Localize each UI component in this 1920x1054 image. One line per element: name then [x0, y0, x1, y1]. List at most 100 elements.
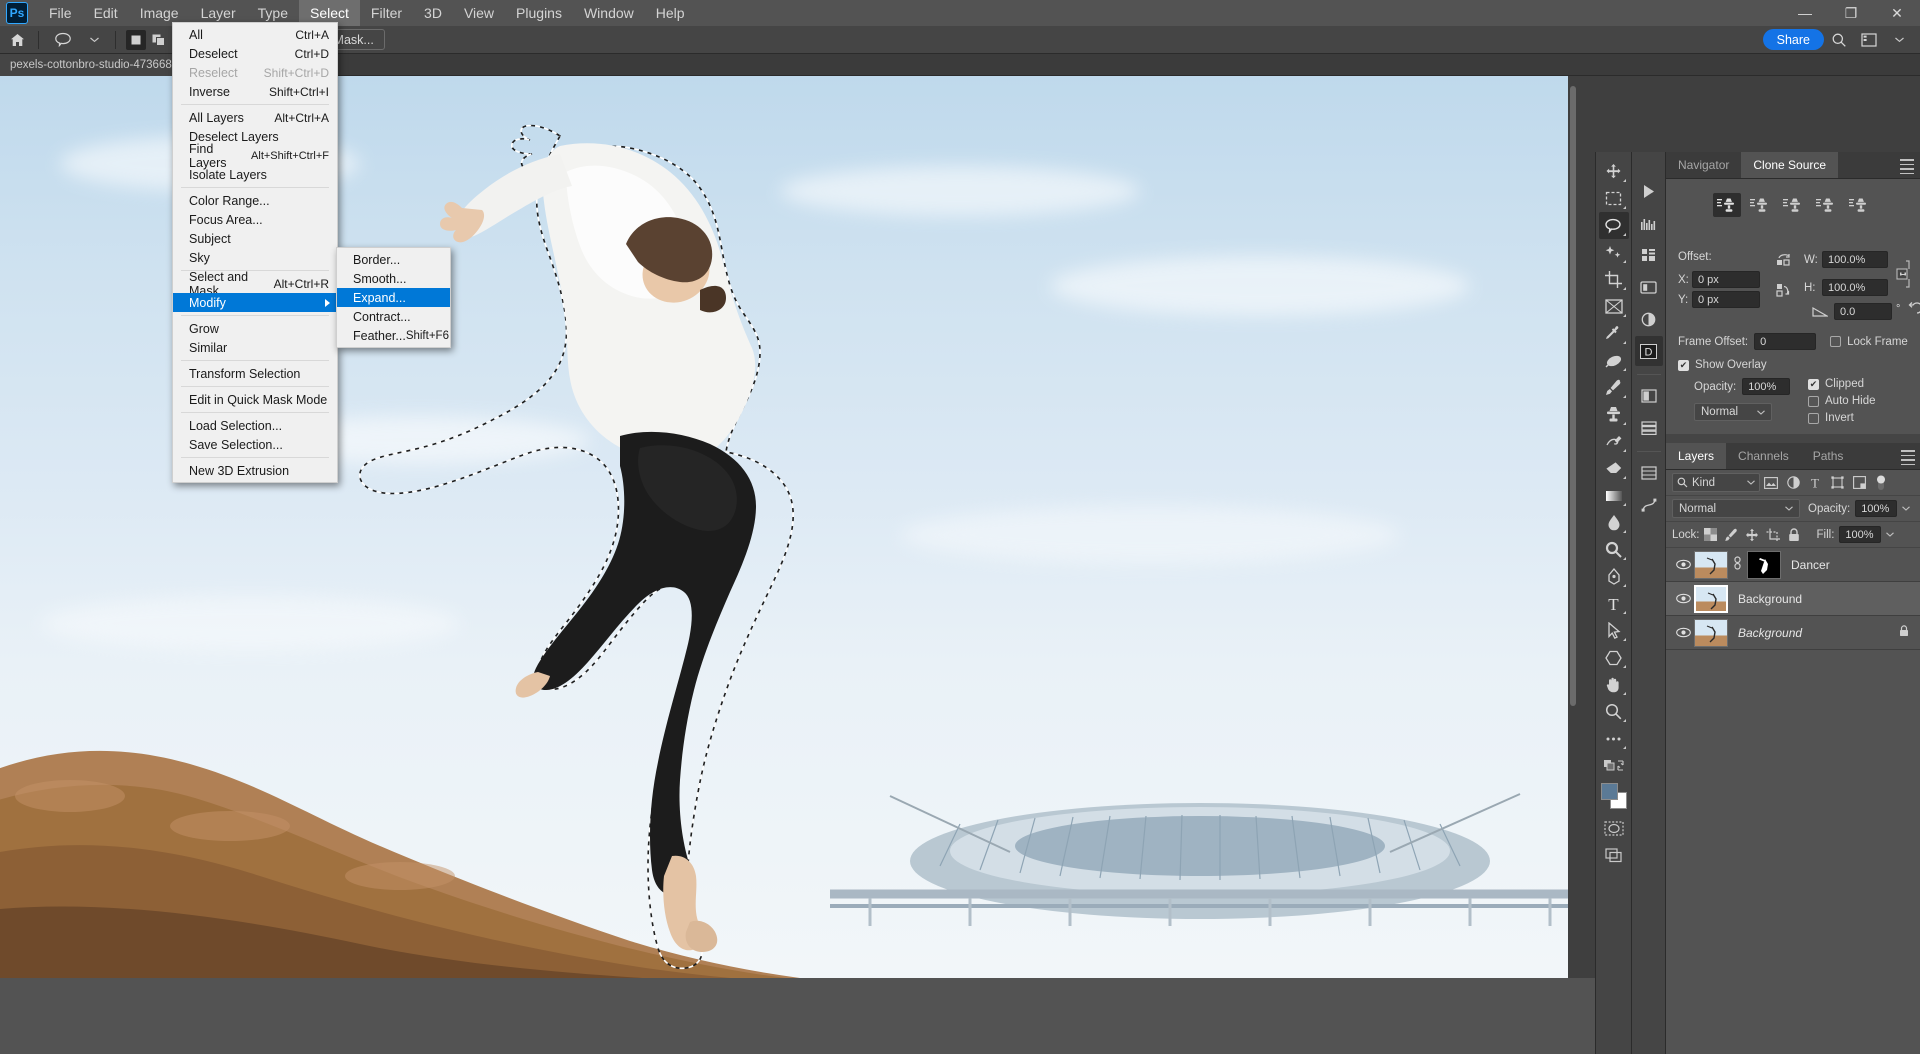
reset-transform-icon[interactable] — [1906, 301, 1920, 318]
menu-item-inverse[interactable]: Inverse Shift+Ctrl+I — [173, 82, 337, 101]
submenu-item-expand[interactable]: Expand... — [337, 288, 450, 307]
clone-source-2-button[interactable] — [1746, 193, 1774, 217]
canvas-vertical-scrollbar[interactable] — [1568, 76, 1578, 978]
lock-all-icon[interactable] — [1784, 525, 1805, 545]
menu-item-transform-selection[interactable]: Transform Selection — [173, 364, 337, 383]
screen-mode-icon[interactable] — [1599, 842, 1629, 869]
layer-name[interactable]: Background — [1738, 592, 1802, 606]
menu-file[interactable]: File — [38, 0, 83, 26]
layers-dock-icon[interactable] — [1635, 413, 1663, 443]
clone-source-3-button[interactable] — [1779, 193, 1807, 217]
layer-visibility-toggle[interactable] — [1672, 559, 1694, 570]
show-overlay-checkbox[interactable] — [1678, 359, 1689, 371]
lock-artboard-icon[interactable] — [1763, 525, 1784, 545]
filter-adjustment-icon[interactable] — [1782, 473, 1804, 493]
filter-type-icon[interactable]: T — [1804, 473, 1826, 493]
layer-name[interactable]: Background — [1738, 626, 1802, 640]
minimize-icon[interactable]: — — [1782, 0, 1828, 26]
clipped-checkbox[interactable] — [1808, 378, 1819, 390]
filter-toggle-icon[interactable] — [1870, 473, 1892, 493]
layer-row-background-2[interactable]: Background — [1666, 616, 1920, 650]
lasso-tool-icon[interactable] — [1598, 212, 1629, 239]
menu-item-isolate-layers[interactable]: Isolate Layers — [173, 165, 337, 184]
pen-tool-icon[interactable] — [1599, 563, 1629, 590]
layer-visibility-toggle[interactable] — [1672, 593, 1694, 604]
menu-item-modify[interactable]: Modify — [173, 293, 337, 312]
eyedropper-tool-icon[interactable] — [1599, 320, 1629, 347]
chevron-down-icon[interactable] — [81, 29, 107, 51]
hand-tool-icon[interactable] — [1599, 671, 1629, 698]
filter-image-icon[interactable] — [1760, 473, 1782, 493]
menu-filter[interactable]: Filter — [360, 0, 413, 26]
modify-submenu[interactable]: Border... Smooth... Expand... Contract..… — [336, 247, 451, 348]
layer-thumbnail[interactable] — [1694, 550, 1728, 579]
home-icon[interactable] — [4, 29, 30, 51]
arrange-icon[interactable] — [1635, 240, 1663, 270]
submenu-item-border[interactable]: Border... — [337, 250, 450, 269]
gradient-tool-icon[interactable] — [1599, 482, 1629, 509]
layer-row-background-1[interactable]: Background — [1666, 582, 1920, 616]
layer-link-icon[interactable] — [1732, 556, 1743, 573]
properties-icon[interactable]: D — [1634, 336, 1663, 366]
menu-view[interactable]: View — [453, 0, 505, 26]
menu-window[interactable]: Window — [573, 0, 645, 26]
lasso-tool-icon[interactable] — [51, 29, 77, 51]
height-input[interactable]: 100.0% — [1822, 279, 1888, 296]
lock-transparent-pixels-icon[interactable] — [1700, 525, 1721, 545]
close-icon[interactable]: ✕ — [1874, 0, 1920, 26]
menu-item-save-selection[interactable]: Save Selection... — [173, 435, 337, 454]
offset-y-input[interactable]: 0 px — [1692, 291, 1760, 308]
edit-toolbar-icon[interactable] — [1599, 725, 1629, 752]
menu-item-select-and-mask[interactable]: Select and Mask... Alt+Ctrl+R — [173, 270, 337, 298]
paths-dock-icon[interactable] — [1635, 490, 1663, 520]
channels-dock-icon[interactable] — [1635, 458, 1663, 488]
filter-smart-object-icon[interactable] — [1848, 473, 1870, 493]
width-input[interactable]: 100.0% — [1822, 251, 1888, 268]
spot-healing-brush-tool-icon[interactable] — [1599, 347, 1629, 374]
menu-item-load-selection[interactable]: Load Selection... — [173, 416, 337, 435]
menu-item-edit-in-quick-mask-mode[interactable]: Edit in Quick Mask Mode — [173, 390, 337, 409]
layer-mask-thumbnail[interactable] — [1747, 550, 1781, 579]
menu-item-sky[interactable]: Sky — [173, 248, 337, 267]
tab-navigator[interactable]: Navigator — [1666, 152, 1742, 178]
history-brush-tool-icon[interactable] — [1599, 428, 1629, 455]
flip-horizontal-icon[interactable] — [1776, 253, 1792, 270]
tab-clone-source[interactable]: Clone Source — [1741, 152, 1839, 178]
new-selection-button[interactable] — [126, 29, 146, 50]
dodge-tool-icon[interactable] — [1599, 536, 1629, 563]
layer-filter-kind-select[interactable]: Kind — [1672, 473, 1760, 492]
path-selection-tool-icon[interactable] — [1599, 617, 1629, 644]
rectangular-marquee-tool-icon[interactable] — [1599, 185, 1629, 212]
submenu-item-feather[interactable]: Feather... Shift+F6 — [337, 326, 450, 345]
filter-shape-icon[interactable] — [1826, 473, 1848, 493]
panel-menu-icon[interactable] — [1900, 159, 1914, 177]
clone-source-1-button[interactable] — [1713, 193, 1741, 217]
layer-opacity-input[interactable]: 100% — [1855, 500, 1898, 517]
foreground-background-color-swatch[interactable] — [1600, 783, 1627, 809]
invert-checkbox[interactable] — [1808, 412, 1819, 424]
tab-channels[interactable]: Channels — [1726, 443, 1801, 469]
blur-tool-icon[interactable] — [1599, 509, 1629, 536]
menu-item-focus-area[interactable]: Focus Area... — [173, 210, 337, 229]
menu-help[interactable]: Help — [645, 0, 696, 26]
fill-input[interactable]: 100% — [1839, 526, 1882, 543]
eraser-tool-icon[interactable] — [1599, 455, 1629, 482]
chevron-down-icon[interactable] — [1884, 27, 1914, 53]
share-button[interactable]: Share — [1762, 29, 1824, 50]
menu-item-subject[interactable]: Subject — [173, 229, 337, 248]
clone-source-4-button[interactable] — [1812, 193, 1840, 217]
clone-source-5-button[interactable] — [1845, 193, 1873, 217]
tab-paths[interactable]: Paths — [1800, 443, 1856, 469]
layer-row-dancer[interactable]: Dancer — [1666, 548, 1920, 582]
submenu-item-contract[interactable]: Contract... — [337, 307, 450, 326]
shape-tool-icon[interactable] — [1599, 644, 1629, 671]
tab-layers[interactable]: Layers — [1666, 443, 1727, 469]
menu-item-color-range[interactable]: Color Range... — [173, 191, 337, 210]
play-timeline-icon[interactable] — [1635, 176, 1663, 206]
menu-item-grow[interactable]: Grow — [173, 319, 337, 338]
link-icon[interactable] — [1896, 259, 1910, 292]
layer-name[interactable]: Dancer — [1791, 558, 1830, 572]
add-to-selection-button[interactable] — [148, 30, 168, 50]
layer-thumbnail[interactable] — [1694, 618, 1728, 647]
adjustments-icon[interactable] — [1635, 304, 1663, 334]
